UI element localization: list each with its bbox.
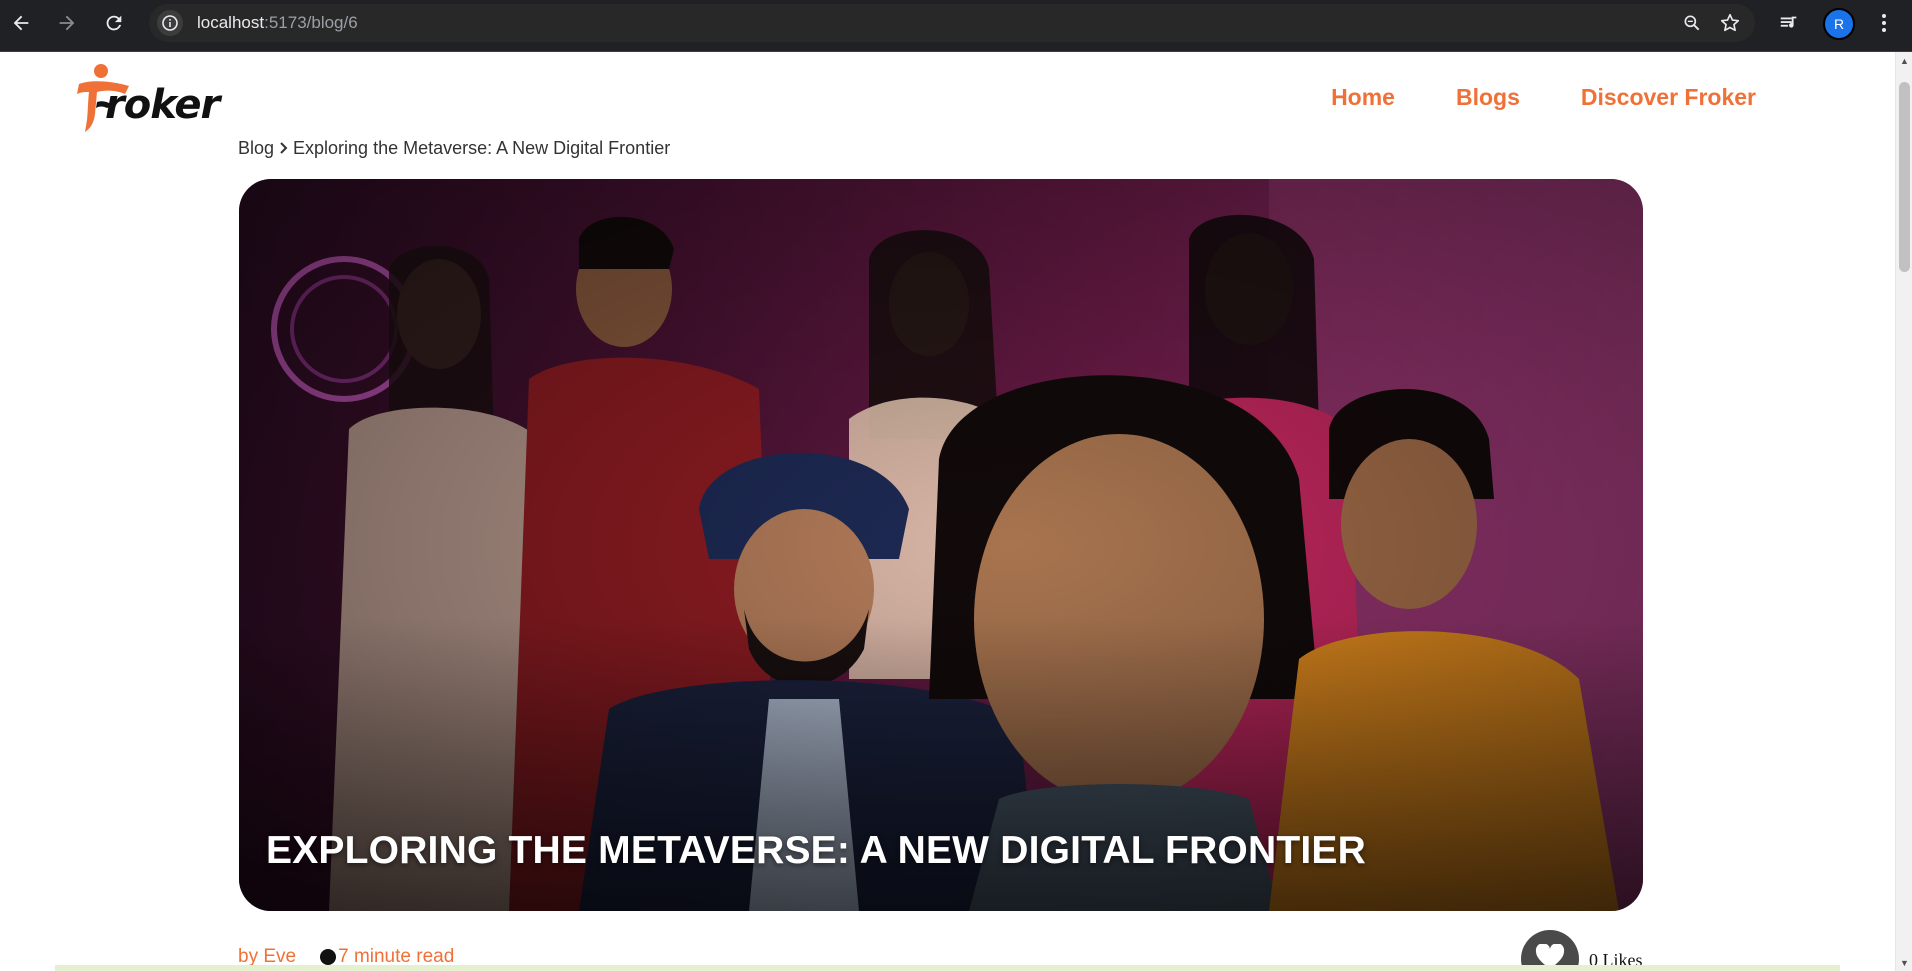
nav-blogs[interactable]: Blogs — [1456, 84, 1520, 111]
site-info-icon[interactable] — [157, 10, 183, 36]
back-button[interactable] — [6, 8, 36, 38]
scrollbar-thumb[interactable] — [1899, 82, 1910, 272]
browser-toolbar: localhost:5173/blog/6 R — [0, 0, 1912, 52]
reload-icon — [106, 15, 122, 31]
breadcrumb-current: Exploring the Metaverse: A New Digital F… — [293, 138, 671, 158]
nav-home[interactable]: Home — [1331, 84, 1395, 111]
profile-initial: R — [1833, 16, 1845, 32]
scroll-up-icon[interactable]: ▲ — [1896, 52, 1912, 69]
arrow-left-icon — [13, 15, 29, 31]
section-divider — [55, 965, 1840, 971]
url-host: localhost — [197, 13, 265, 32]
bookmark-star-icon[interactable] — [1717, 10, 1743, 36]
arrow-right-icon — [59, 15, 75, 31]
bullet-dot-icon — [320, 949, 337, 965]
breadcrumb: Blog Exploring the Metaverse: A New Digi… — [238, 138, 670, 159]
more-menu-icon[interactable] — [1870, 9, 1898, 37]
hero-photo-illustration — [239, 179, 1643, 911]
url-text[interactable]: localhost:5173/blog/6 — [197, 13, 358, 33]
logo-wordmark: roker — [105, 82, 220, 128]
main-nav: Home Blogs Discover Froker — [1331, 84, 1756, 111]
page-viewport: roker Home Blogs Discover Froker Blog Ex… — [0, 52, 1895, 971]
scroll-down-icon[interactable]: ▼ — [1896, 954, 1912, 971]
nav-discover-froker[interactable]: Discover Froker — [1581, 84, 1756, 111]
froker-logo[interactable]: roker — [75, 62, 220, 134]
chevron-right-icon — [279, 141, 288, 157]
url-path: :5173/blog/6 — [264, 13, 358, 32]
post-title: Exploring the Metaverse: A New Digital F… — [266, 829, 1366, 872]
zoom-icon[interactable] — [1679, 10, 1705, 36]
breadcrumb-blog-link[interactable]: Blog — [238, 138, 274, 159]
page-scrollbar[interactable]: ▲ ▼ — [1895, 52, 1912, 971]
reload-button[interactable] — [99, 8, 129, 38]
address-bar[interactable]: localhost:5173/blog/6 — [149, 4, 1755, 42]
forward-button[interactable] — [52, 8, 82, 38]
media-controls-icon[interactable] — [1775, 9, 1803, 37]
profile-avatar[interactable]: R — [1823, 8, 1855, 40]
hero-image: Exploring the Metaverse: A New Digital F… — [239, 179, 1643, 911]
